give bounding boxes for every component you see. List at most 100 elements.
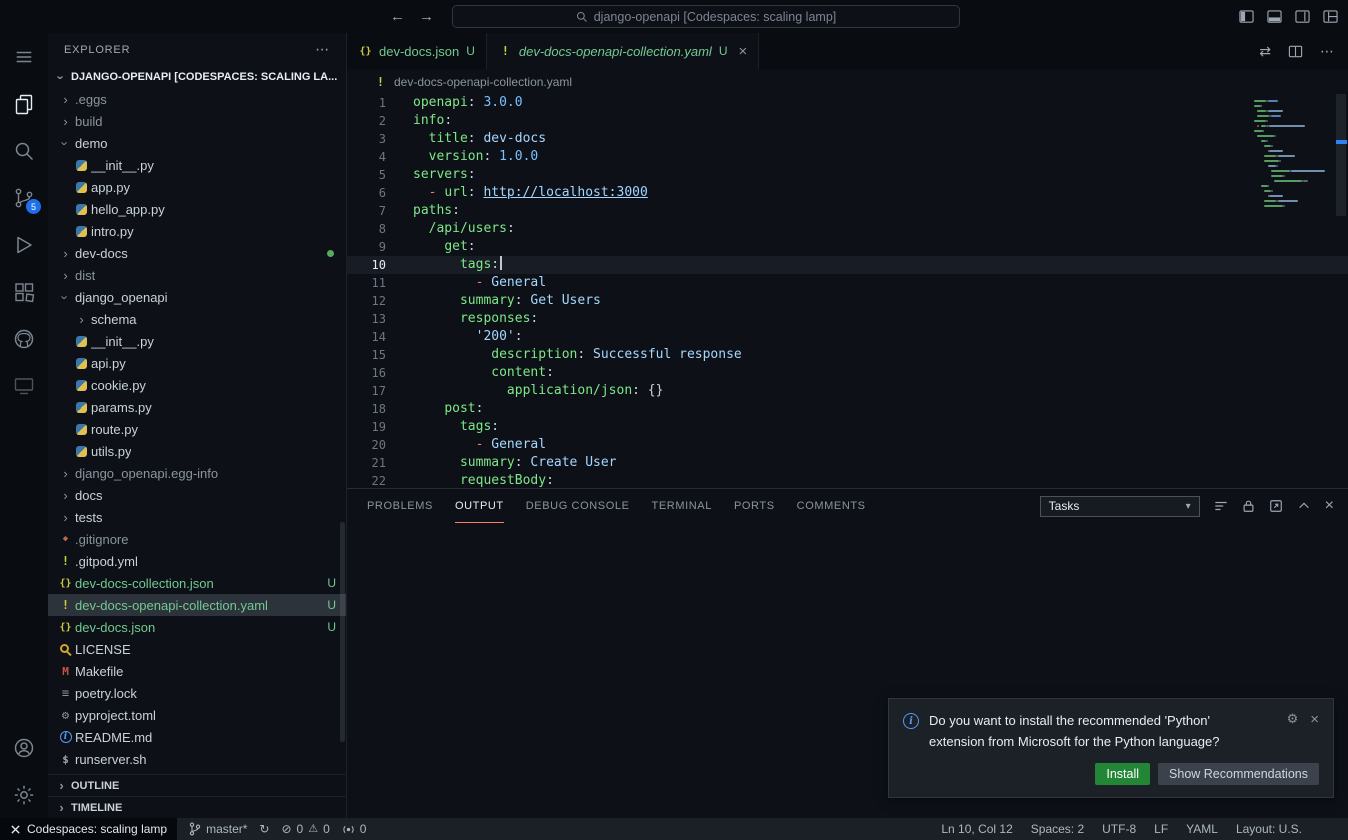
run-and-debug-icon[interactable] [0, 221, 48, 268]
code-line[interactable]: 20 - General [347, 436, 1348, 454]
tree-item-schema[interactable]: ›schema [48, 308, 346, 330]
code-line[interactable]: 1openapi: 3.0.0 [347, 94, 1348, 112]
tree-item-init-py[interactable]: __init__.py [48, 154, 346, 176]
open-changes-icon[interactable]: ⇄ [1259, 43, 1271, 60]
editor[interactable]: 1openapi: 3.0.02info:3 title: dev-docs4 … [347, 94, 1348, 488]
tree-item-eggs[interactable]: ›.eggs [48, 88, 346, 110]
code-line[interactable]: 7paths: [347, 202, 1348, 220]
code-line[interactable]: 9 get: [347, 238, 1348, 256]
toggle-sidebar-icon[interactable] [1239, 9, 1254, 24]
root-folder[interactable]: › DJANGO-OPENAPI [CODESPACES: SCALING LA… [48, 66, 346, 88]
branch-indicator[interactable]: master* [189, 822, 247, 836]
code-line[interactable]: 2info: [347, 112, 1348, 130]
tree-item-utils-py[interactable]: utils.py [48, 440, 346, 462]
settings-gear-icon[interactable] [0, 771, 48, 818]
tree-item-route-py[interactable]: route.py [48, 418, 346, 440]
close-tab-icon[interactable]: × [739, 43, 748, 60]
tree-item-license[interactable]: LICENSE [48, 638, 346, 660]
status-item-lf[interactable]: LF [1154, 822, 1168, 836]
tree-item-hello-app-py[interactable]: hello_app.py [48, 198, 346, 220]
code-line[interactable]: 8 /api/users: [347, 220, 1348, 238]
tree-item-runserver-sh[interactable]: $runserver.sh [48, 748, 346, 770]
install-button[interactable]: Install [1095, 763, 1150, 785]
breadcrumb[interactable]: ! dev-docs-openapi-collection.yaml [347, 69, 1348, 94]
status-item-spaces-2[interactable]: Spaces: 2 [1031, 822, 1084, 836]
clear-output-icon[interactable] [1214, 499, 1228, 513]
github-icon[interactable] [0, 315, 48, 362]
code-line[interactable]: 11 - General [347, 274, 1348, 292]
code-line[interactable]: 5servers: [347, 166, 1348, 184]
tree-item-params-py[interactable]: params.py [48, 396, 346, 418]
status-item-utf-8[interactable]: UTF-8 [1102, 822, 1136, 836]
tree-item-build[interactable]: ›build [48, 110, 346, 132]
source-control-icon[interactable]: 5 [0, 174, 48, 221]
split-editor-icon[interactable] [1288, 44, 1303, 59]
overview-ruler[interactable] [1334, 94, 1348, 488]
views-more-icon[interactable]: ⋯ [315, 41, 330, 58]
remote-explorer-icon[interactable] [0, 362, 48, 409]
tree-item-readme-md[interactable]: iREADME.md [48, 726, 346, 748]
scroll-lock-icon[interactable] [1242, 499, 1255, 513]
status-item-ln-10-col-12[interactable]: Ln 10, Col 12 [941, 822, 1012, 836]
panel-tab-output[interactable]: OUTPUT [455, 489, 504, 523]
problems-indicator[interactable]: ⊘ 0 ⚠ 0 [281, 822, 329, 836]
tree-item-pyproject-toml[interactable]: ⚙pyproject.toml [48, 704, 346, 726]
code-line[interactable]: 17 application/json: {} [347, 382, 1348, 400]
tree-item-tests[interactable]: ›tests [48, 506, 346, 528]
code-line[interactable]: 16 content: [347, 364, 1348, 382]
notification-close-icon[interactable]: × [1310, 711, 1319, 728]
code-line[interactable]: 13 responses: [347, 310, 1348, 328]
tree-item-cookie-py[interactable]: cookie.py [48, 374, 346, 396]
explorer-icon[interactable] [0, 80, 48, 127]
code-line[interactable]: 10 tags: [347, 256, 1348, 274]
tree-item-django-openapi-egg-info[interactable]: ›django_openapi.egg-info [48, 462, 346, 484]
forward-icon[interactable]: → [419, 8, 434, 25]
toggle-secondary-sidebar-icon[interactable] [1295, 9, 1310, 24]
minimap[interactable] [1254, 100, 1332, 210]
command-center-search[interactable]: django-openapi [Codespaces: scaling lamp… [452, 5, 960, 28]
code-line[interactable]: 22 requestBody: [347, 472, 1348, 488]
status-item-yaml[interactable]: YAML [1186, 822, 1218, 836]
tree-item-demo[interactable]: ›demo [48, 132, 346, 154]
tree-item-dev-docs-collection-json[interactable]: {}dev-docs-collection.jsonU [48, 572, 346, 594]
open-output-in-editor-icon[interactable] [1269, 499, 1283, 513]
account-icon[interactable] [0, 724, 48, 771]
code-line[interactable]: 4 version: 1.0.0 [347, 148, 1348, 166]
panel-tab-comments[interactable]: COMMENTS [797, 489, 866, 523]
more-actions-icon[interactable]: ⋯ [1320, 43, 1334, 60]
tree-item-makefile[interactable]: MMakefile [48, 660, 346, 682]
tree-item-dev-docs-openapi-collection-yaml[interactable]: !dev-docs-openapi-collection.yamlU [48, 594, 346, 616]
sidebar-scrollbar[interactable] [340, 522, 345, 742]
code-line[interactable]: 6 - url: http://localhost:3000 [347, 184, 1348, 202]
code-line[interactable]: 15 description: Successful response [347, 346, 1348, 364]
outline-section[interactable]: › OUTLINE [48, 774, 346, 796]
back-icon[interactable]: ← [390, 8, 405, 25]
tree-item-app-py[interactable]: app.py [48, 176, 346, 198]
tree-item-dev-docs[interactable]: ›dev-docs [48, 242, 346, 264]
close-panel-icon[interactable]: × [1325, 497, 1334, 515]
tree-item-django-openapi[interactable]: ›django_openapi [48, 286, 346, 308]
tree-item-intro-py[interactable]: intro.py [48, 220, 346, 242]
tree-item-docs[interactable]: ›docs [48, 484, 346, 506]
remote-indicator[interactable]: Codespaces: scaling lamp [0, 818, 177, 840]
customize-layout-icon[interactable] [1323, 9, 1338, 24]
tree-item-dist[interactable]: ›dist [48, 264, 346, 286]
show-recommendations-button[interactable]: Show Recommendations [1158, 763, 1319, 785]
editor-tab-dev-docs-json[interactable]: {}dev-docs.jsonU [347, 33, 487, 69]
tree-item-api-py[interactable]: api.py [48, 352, 346, 374]
panel-tab-ports[interactable]: PORTS [734, 489, 775, 523]
code-line[interactable]: 14 '200': [347, 328, 1348, 346]
panel-tab-terminal[interactable]: TERMINAL [652, 489, 712, 523]
status-item-layout-u-s[interactable]: Layout: U.S. [1236, 822, 1302, 836]
tree-item-dev-docs-json[interactable]: {}dev-docs.jsonU [48, 616, 346, 638]
code-line[interactable]: 21 summary: Create User [347, 454, 1348, 472]
code-line[interactable]: 19 tags: [347, 418, 1348, 436]
panel-tab-problems[interactable]: PROBLEMS [367, 489, 433, 523]
toggle-panel-icon[interactable] [1267, 9, 1282, 24]
code-line[interactable]: 18 post: [347, 400, 1348, 418]
tree-item-init-py[interactable]: __init__.py [48, 330, 346, 352]
timeline-section[interactable]: › TIMELINE [48, 796, 346, 818]
extensions-icon[interactable] [0, 268, 48, 315]
tree-item-gitpod-yml[interactable]: !.gitpod.yml [48, 550, 346, 572]
sync-indicator[interactable]: ↻ [259, 823, 269, 835]
